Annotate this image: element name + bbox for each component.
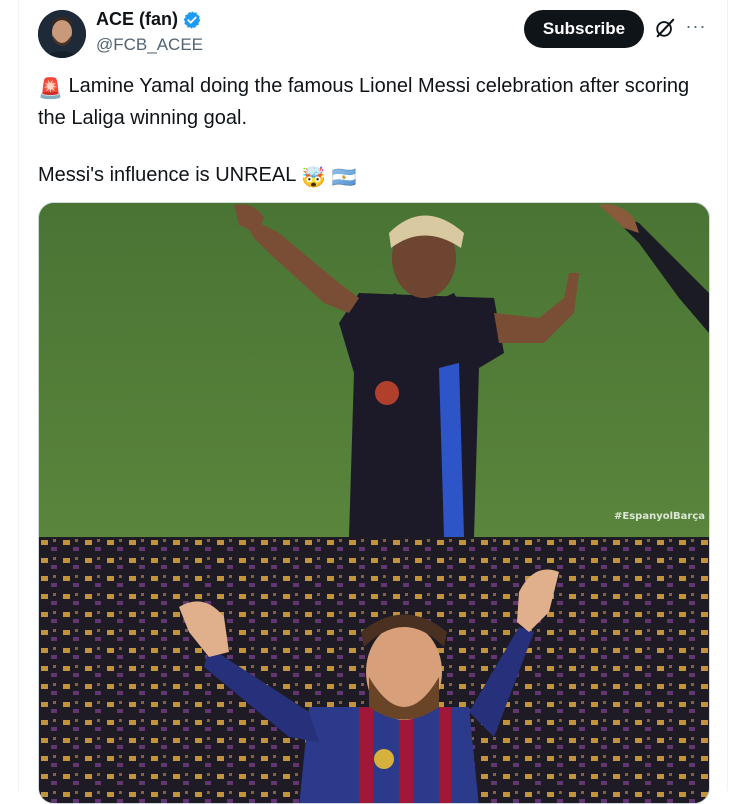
author-name-row[interactable]: ACE (fan) bbox=[96, 9, 202, 30]
media-photo-messi[interactable] bbox=[39, 537, 709, 803]
tweet-line-2-text: Messi's influence is UNREAL bbox=[38, 164, 296, 186]
tweet-line-2: Messi's influence is UNREAL 🤯 🇦🇷 bbox=[38, 161, 698, 193]
yamal-celebration-image bbox=[39, 203, 709, 537]
verified-badge-icon bbox=[183, 10, 201, 29]
watermark-text: #EspanyolBarça bbox=[614, 511, 705, 522]
author-handle[interactable]: @FCB_ACEE bbox=[96, 35, 203, 55]
tweet-line-1-text: Lamine Yamal doing the famous Lionel Mes… bbox=[38, 75, 690, 129]
tweet-text: 🚨 Lamine Yamal doing the famous Lionel M… bbox=[38, 72, 698, 193]
tweet-line-1: 🚨 Lamine Yamal doing the famous Lionel M… bbox=[38, 72, 698, 133]
siren-emoji: 🚨 bbox=[38, 78, 63, 100]
avatar-image bbox=[38, 10, 86, 58]
messi-celebration-image bbox=[39, 537, 709, 803]
author-display-name[interactable]: ACE (fan) bbox=[96, 9, 178, 30]
subscribe-button[interactable]: Subscribe bbox=[524, 10, 644, 48]
media-photo-yamal[interactable]: #EspanyolBarça bbox=[39, 203, 709, 537]
grok-icon[interactable] bbox=[654, 17, 676, 39]
avatar[interactable] bbox=[38, 10, 86, 58]
argentina-flag-emoji: 🇦🇷 bbox=[331, 167, 357, 189]
more-icon[interactable]: ··· bbox=[684, 14, 708, 38]
exploding-head-emoji: 🤯 bbox=[301, 167, 327, 189]
tweet-media[interactable]: #EspanyolBarça bbox=[38, 202, 710, 804]
